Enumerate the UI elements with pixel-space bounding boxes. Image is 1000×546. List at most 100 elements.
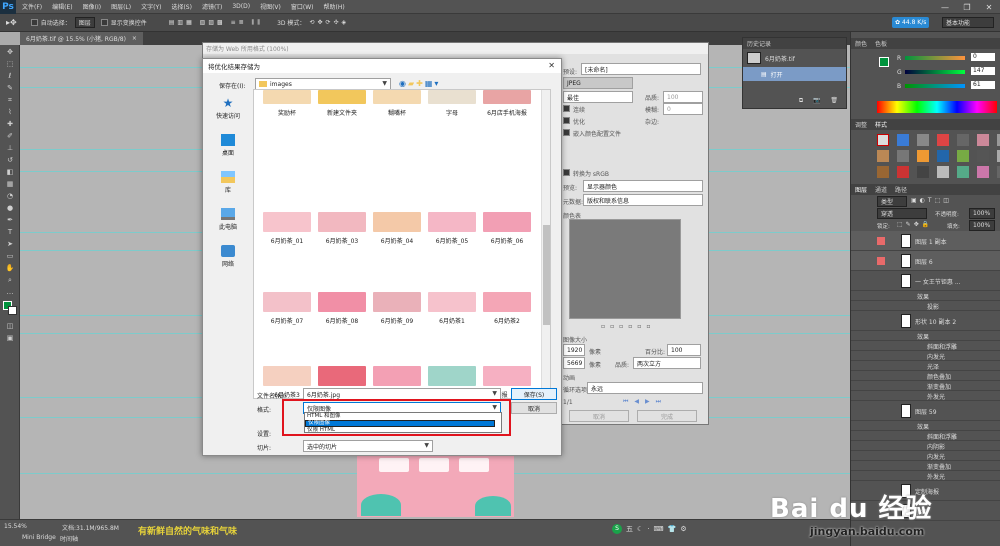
scrollbar-thumb[interactable] bbox=[543, 225, 550, 325]
layer-row[interactable]: 效果 bbox=[851, 331, 1000, 341]
fill-field[interactable]: 100% bbox=[969, 220, 995, 231]
eraser-icon[interactable]: ◧ bbox=[4, 167, 16, 177]
visibility-eye-icon[interactable] bbox=[877, 317, 885, 325]
file-item[interactable]: 6月奶茶2 bbox=[482, 292, 532, 325]
place-library[interactable]: 库 bbox=[209, 171, 247, 194]
marquee-tool-icon[interactable]: ⬚ bbox=[4, 59, 16, 69]
layer-row[interactable]: 外发光 bbox=[851, 471, 1000, 481]
sfw-done-button[interactable]: 完成 bbox=[637, 410, 697, 422]
pen-tool-icon[interactable]: ✒ bbox=[4, 215, 16, 225]
format-dropdown[interactable]: JPEG bbox=[563, 77, 633, 89]
r-value[interactable]: 0 bbox=[971, 53, 995, 61]
g-value[interactable]: 147 bbox=[971, 67, 995, 75]
visibility-eye-icon[interactable] bbox=[877, 237, 885, 245]
history-step-open[interactable]: ▤ 打开 bbox=[743, 67, 846, 81]
file-item[interactable]: 糊嘴杯 bbox=[372, 90, 422, 117]
layer-row[interactable]: 渐变叠加 bbox=[851, 381, 1000, 391]
visibility-eye-icon[interactable] bbox=[877, 302, 885, 310]
layer-row[interactable]: 形状 10 副本 2 bbox=[851, 311, 1000, 331]
color-table-icons[interactable]: ▫▫▫▫▫▫ bbox=[601, 323, 655, 330]
fg-color-chip[interactable] bbox=[879, 57, 889, 67]
height-field[interactable]: 5669 bbox=[563, 357, 585, 369]
metadata-dropdown[interactable]: 版权和联系信息 bbox=[583, 194, 703, 206]
dialog-close-icon[interactable]: ✕ bbox=[548, 61, 555, 70]
resample-dropdown[interactable]: 两次立方 bbox=[633, 357, 701, 369]
visibility-eye-icon[interactable] bbox=[877, 452, 885, 460]
place-this-pc[interactable]: 此电脑 bbox=[209, 208, 247, 231]
layer-row[interactable]: 投影 bbox=[851, 301, 1000, 311]
blend-mode-dropdown[interactable]: 穿透 bbox=[877, 208, 927, 219]
brush-tool-icon[interactable]: ✐ bbox=[4, 131, 16, 141]
sfw-cancel-button[interactable]: 取消 bbox=[569, 410, 629, 422]
tab-color[interactable]: 颜色 bbox=[855, 39, 867, 48]
visibility-eye-icon[interactable] bbox=[877, 392, 885, 400]
filter-icons[interactable]: ▣◐T⬚◫ bbox=[911, 197, 952, 204]
file-item[interactable]: 6月奶茶_04 bbox=[372, 212, 422, 245]
lock-icons[interactable]: ⬚✎✥🔒 bbox=[897, 221, 932, 228]
bottom-tab-mini-bridge[interactable]: Mini Bridge bbox=[22, 534, 56, 541]
visibility-eye-icon[interactable] bbox=[877, 432, 885, 440]
visibility-eye-icon[interactable] bbox=[877, 472, 885, 480]
auto-select-dropdown[interactable]: 图层 bbox=[74, 17, 95, 28]
blur-icon[interactable]: ◔ bbox=[4, 191, 16, 201]
crop-tool-icon[interactable]: ⌗ bbox=[4, 95, 16, 105]
tab-swatches[interactable]: 色板 bbox=[875, 39, 887, 48]
move-tool-icon[interactable]: ▸✥ bbox=[6, 18, 17, 27]
visibility-eye-icon[interactable] bbox=[877, 352, 885, 360]
maximize-button[interactable]: ❐ bbox=[956, 0, 978, 14]
menu-layer[interactable]: 图层(L) bbox=[111, 2, 131, 11]
history-snapshot[interactable]: 6月奶茶.tif bbox=[743, 49, 846, 67]
menu-view[interactable]: 视图(V) bbox=[260, 2, 281, 11]
visibility-eye-icon[interactable] bbox=[877, 332, 885, 340]
layer-row[interactable]: 渐变叠加 bbox=[851, 461, 1000, 471]
visibility-eye-icon[interactable] bbox=[877, 372, 885, 380]
file-list-scrollbar[interactable] bbox=[541, 90, 550, 398]
layer-row[interactable]: 效果 bbox=[851, 291, 1000, 301]
visibility-eye-icon[interactable] bbox=[877, 422, 885, 430]
3d-icons[interactable]: ⟲✥⟳✣◈ bbox=[309, 19, 349, 26]
file-item[interactable]: 6月奶茶_03 bbox=[317, 212, 367, 245]
tab-layers[interactable]: 图层 bbox=[855, 185, 867, 194]
layer-row[interactable]: 斜面和浮雕 bbox=[851, 431, 1000, 441]
file-item[interactable]: 字母 bbox=[427, 90, 477, 117]
move-tool-icon[interactable]: ✥ bbox=[4, 47, 16, 57]
menu-select[interactable]: 选择(S) bbox=[171, 2, 192, 11]
quick-select-icon[interactable]: ✎ bbox=[4, 83, 16, 93]
file-item[interactable]: 6月奶茶_08 bbox=[317, 292, 367, 325]
tab-channels[interactable]: 通道 bbox=[875, 185, 887, 194]
place-quick-access[interactable]: ★ 快速访问 bbox=[209, 97, 247, 120]
visibility-eye-icon[interactable] bbox=[877, 362, 885, 370]
align-icons[interactable]: ▤▥▦ ▧▨▩ ≡≣ ⫼⫼ bbox=[169, 19, 263, 27]
workspace-dropdown[interactable]: 基本功能 bbox=[942, 17, 994, 28]
file-item[interactable]: 6月奶茶_07 bbox=[262, 292, 312, 325]
file-item[interactable]: 6月奶茶_05 bbox=[427, 212, 477, 245]
b-value[interactable]: 61 bbox=[971, 81, 995, 89]
show-transform-checkbox[interactable] bbox=[100, 19, 108, 26]
quality-dropdown[interactable]: 最佳 bbox=[563, 91, 633, 103]
layer-kind-dropdown[interactable]: 类型 bbox=[877, 196, 907, 207]
g-slider[interactable] bbox=[905, 70, 965, 74]
visibility-eye-icon[interactable] bbox=[877, 442, 885, 450]
visibility-eye-icon[interactable] bbox=[877, 277, 885, 285]
place-network[interactable]: 网络 bbox=[209, 245, 247, 268]
history-actions[interactable]: ⧉ 📷 🗑 bbox=[799, 97, 842, 105]
loop-dropdown[interactable]: 永远 bbox=[587, 382, 703, 394]
file-item[interactable]: 6月奶茶_09 bbox=[372, 292, 422, 325]
cancel-button[interactable]: 取消 bbox=[511, 402, 557, 414]
layer-row[interactable]: 斜面和浮雕 bbox=[851, 341, 1000, 351]
tab-styles[interactable]: 样式 bbox=[875, 120, 887, 129]
history-brush-icon[interactable]: ↺ bbox=[4, 155, 16, 165]
layer-row[interactable]: 效果 bbox=[851, 421, 1000, 431]
layer-row[interactable]: 光泽 bbox=[851, 361, 1000, 371]
menu-type[interactable]: 文字(Y) bbox=[141, 2, 161, 11]
color-spectrum[interactable] bbox=[877, 101, 997, 113]
file-item[interactable]: 6月奶茶1 bbox=[427, 292, 477, 325]
layer-row[interactable]: 图层 1 副本 bbox=[851, 231, 1000, 251]
file-item[interactable]: 6月奶茶_01 bbox=[262, 212, 312, 245]
visibility-eye-icon[interactable] bbox=[877, 342, 885, 350]
percent-field[interactable]: 100 bbox=[667, 344, 701, 356]
width-field[interactable]: 1920 bbox=[563, 344, 585, 356]
more-tools-icon[interactable]: … bbox=[4, 287, 16, 297]
file-list[interactable]: 奖励杯 新建文件夹 糊嘴杯 字母 6月店手机海报 6月奶茶_01 6月奶茶_03 6月奶茶_0… bbox=[253, 89, 551, 399]
path-select-icon[interactable]: ➤ bbox=[4, 239, 16, 249]
